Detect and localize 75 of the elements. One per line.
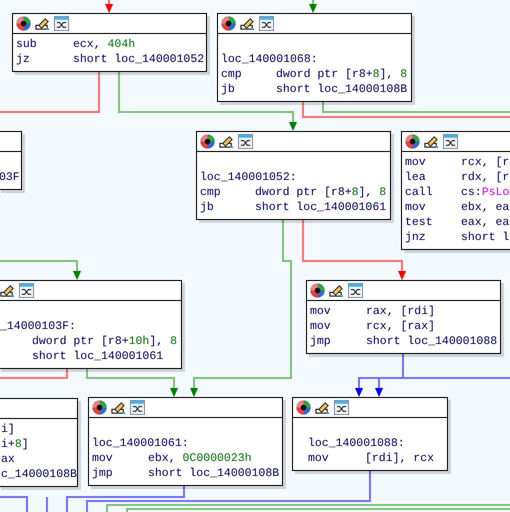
pencil-icon[interactable] (329, 283, 344, 298)
pencil-icon[interactable] (424, 134, 439, 149)
code-label: loc_140001088: (308, 436, 405, 451)
instruction-mnemonic: mov (405, 156, 426, 169)
instruction-mnemonic: call (405, 186, 433, 199)
pencil-icon[interactable] (0, 283, 15, 298)
instruction-mnemonic: cmp (221, 68, 242, 81)
color-wheel-icon[interactable] (92, 400, 107, 415)
instruction-operands: short loc_140001061 (32, 349, 164, 364)
instruction-mnemonic: jnz (405, 231, 426, 244)
shuffle-icon[interactable] (54, 16, 69, 31)
instruction-operands: rdx, [r (461, 170, 510, 185)
pencil-icon[interactable] (219, 134, 234, 149)
pencil-icon[interactable] (35, 16, 50, 31)
pencil-icon[interactable] (240, 16, 255, 31)
instruction-operands: rax, [rdi] (366, 304, 436, 319)
instruction-operands: ebx, ea (461, 200, 510, 215)
instruction-mnemonic: mov (308, 452, 329, 465)
instruction-operands: short loc_14000108B (276, 82, 408, 97)
instruction-operands: short loc_14000108B (148, 466, 280, 481)
instruction-mnemonic: sub (16, 38, 37, 51)
instruction-mnemonic: jz (16, 53, 30, 66)
color-wheel-icon[interactable] (296, 400, 311, 415)
pencil-icon[interactable] (111, 400, 126, 415)
instruction-operands: dword ptr [r8+8], 8 (255, 185, 386, 200)
shuffle-icon[interactable] (348, 283, 363, 298)
instruction-operands: [rdi], rcx (365, 451, 434, 466)
color-wheel-icon[interactable] (16, 16, 31, 31)
pencil-icon[interactable] (315, 400, 330, 415)
instruction-operands: rcx, [r (461, 155, 510, 170)
instruction-operands: i+8] (1, 437, 29, 452)
color-wheel-icon[interactable] (200, 134, 215, 149)
shuffle-icon[interactable] (130, 400, 145, 415)
instruction-mnemonic: jb (200, 201, 214, 214)
code-label: loc_140001068: (221, 52, 318, 67)
instruction-operands: short loc_140001052 (73, 52, 204, 67)
instruction-operands: rcx, [rax] (366, 319, 436, 334)
flow-arrow (309, 0, 317, 13)
instruction-mnemonic: cmp (200, 186, 221, 199)
instruction-operands: eax, ea (461, 215, 510, 230)
instruction-operands: ecx, 404h (73, 37, 136, 52)
shuffle-icon[interactable] (334, 400, 349, 415)
instruction-mnemonic: mov (310, 305, 331, 318)
shuffle-icon[interactable] (19, 283, 34, 298)
instruction-operands: cs:PsLo (461, 185, 510, 200)
instruction-operands: short loc_140001088 (366, 334, 498, 349)
instruction-mnemonic: mov (405, 201, 426, 214)
code-label: 03F (0, 170, 20, 185)
instruction-operands: dword ptr [r8+8], 8 (276, 67, 408, 82)
shuffle-icon[interactable] (238, 134, 253, 149)
instruction-mnemonic: jb (221, 83, 235, 96)
instruction-mnemonic: jmp (92, 467, 113, 480)
instruction-operands: short l (461, 230, 510, 245)
instruction-mnemonic: lea (405, 171, 426, 184)
shuffle-icon[interactable] (259, 16, 274, 31)
instruction-mnemonic: jmp (310, 335, 331, 348)
shuffle-icon[interactable] (443, 134, 458, 149)
color-wheel-icon[interactable] (221, 16, 236, 31)
instruction-mnemonic: mov (92, 452, 113, 465)
code-label: _14000103F: (0, 319, 76, 334)
instruction-mnemonic: test (405, 216, 433, 229)
instruction-mnemonic: mov (310, 320, 331, 333)
color-wheel-icon[interactable] (310, 283, 325, 298)
instruction-operands: ax (1, 452, 15, 467)
instruction-operands: dword ptr [r8+10h], 8 (32, 334, 177, 349)
color-wheel-icon[interactable] (405, 134, 420, 149)
flow-arrow (105, 0, 113, 13)
flow-line (46, 497, 48, 512)
code-label: loc_140001052: (200, 170, 297, 185)
code-label: loc_140001061: (92, 436, 189, 451)
instruction-operands: ebx, 0C0000023h (148, 451, 252, 466)
flow-line (0, 496, 28, 512)
instruction-operands: short loc_140001061 (255, 200, 386, 215)
instruction-operands: i] (1, 422, 15, 437)
instruction-operands: c_14000108B (1, 467, 77, 482)
